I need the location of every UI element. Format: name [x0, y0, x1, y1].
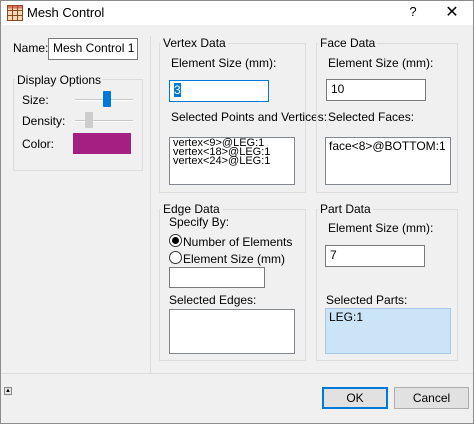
vertex-list[interactable]: vertex<9>@LEG:1 vertex<18>@LEG:1 vertex<… [169, 137, 295, 185]
edge-selected-label: Selected Edges: [169, 293, 257, 307]
color-label: Color: [22, 137, 55, 151]
panel-divider [150, 36, 151, 373]
title-bar: Mesh Control ? ✕ [1, 1, 473, 25]
expand-arrow-icon[interactable]: ▲ [4, 387, 12, 395]
density-label: Density: [22, 114, 66, 128]
list-item[interactable]: LEG:1 [329, 310, 447, 324]
size-label: Size: [22, 93, 49, 107]
part-size-label: Element Size (mm): [328, 221, 434, 235]
grid-mesh-icon [7, 5, 23, 21]
face-size-label: Element Size (mm): [328, 56, 434, 70]
color-swatch[interactable] [73, 133, 131, 154]
number-of-elements-label[interactable]: Number of Elements [183, 235, 292, 249]
vertex-size-input[interactable]: 3 [169, 80, 269, 102]
footer-divider [1, 373, 473, 374]
face-list[interactable]: face<8>@BOTTOM:1 [325, 137, 451, 185]
help-button[interactable]: ? [405, 4, 421, 22]
density-slider-track [75, 120, 133, 122]
window-title: Mesh Control [27, 5, 105, 20]
face-data-title: Face Data [318, 36, 378, 50]
cancel-button[interactable]: Cancel [394, 387, 469, 409]
name-input[interactable]: Mesh Control 1 [48, 38, 138, 60]
number-of-elements-radio[interactable] [169, 234, 182, 247]
edge-list[interactable] [169, 309, 295, 354]
name-label: Name: [13, 41, 49, 55]
edge-value-input[interactable] [169, 267, 265, 288]
size-slider[interactable] [102, 91, 111, 107]
close-button[interactable]: ✕ [437, 2, 467, 24]
list-item[interactable]: vertex<24>@LEG:1 [173, 156, 291, 167]
part-size-input[interactable]: 7 [325, 245, 425, 267]
element-size-radio[interactable] [169, 251, 182, 264]
edge-data-title: Edge Data [161, 202, 222, 216]
vertex-data-title: Vertex Data [161, 36, 228, 50]
part-data-title: Part Data [318, 202, 373, 216]
list-item[interactable]: face<8>@BOTTOM:1 [329, 139, 447, 153]
vertex-selected-label: Selected Points and Vertices: [171, 110, 328, 124]
density-slider[interactable] [85, 112, 93, 128]
element-size-label[interactable]: Element Size (mm) [183, 252, 285, 266]
mesh-control-dialog: Mesh Control ? ✕ Name: Mesh Control 1 Di… [0, 0, 474, 424]
face-size-input[interactable]: 10 [326, 79, 426, 101]
vertex-size-label: Element Size (mm): [171, 56, 277, 70]
display-options-title: Display Options [15, 73, 104, 87]
part-list[interactable]: LEG:1 [325, 308, 451, 354]
ok-button[interactable]: OK [322, 387, 388, 409]
face-selected-label: Selected Faces: [328, 110, 415, 124]
specify-by-label: Specify By: [169, 215, 230, 229]
vertex-size-value: 3 [174, 83, 181, 97]
part-selected-label: Selected Parts: [326, 293, 408, 307]
